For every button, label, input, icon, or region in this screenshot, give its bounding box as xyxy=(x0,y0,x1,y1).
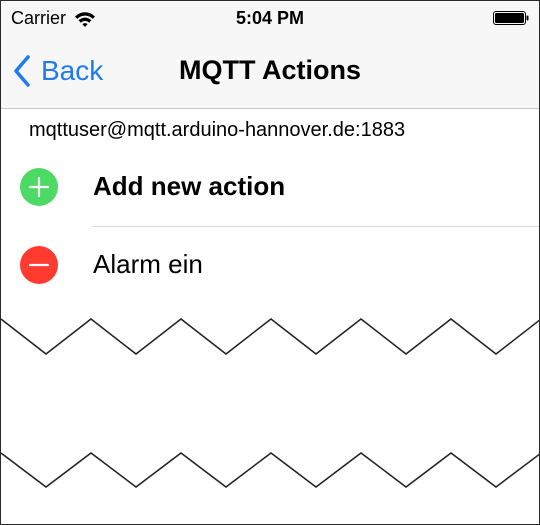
torn-edge-top xyxy=(1,301,539,355)
navigation-bar: Back MQTT Actions xyxy=(1,37,539,109)
page-title: MQTT Actions xyxy=(179,55,361,85)
screenshot-frame: Carrier 5:04 PM Back MQTT Actions mqttus… xyxy=(0,0,540,525)
server-address: mqttuser@mqtt.arduino-hannover.de:1883 xyxy=(29,119,406,141)
add-circle-icon[interactable] xyxy=(20,168,58,206)
add-action-label: Add new action xyxy=(93,171,286,201)
delete-circle-icon[interactable] xyxy=(20,246,58,284)
torn-edge-bottom xyxy=(1,452,539,488)
add-action-row[interactable]: Add new action xyxy=(1,149,539,225)
status-time: 5:04 PM xyxy=(235,8,305,28)
status-bar: Carrier 5:04 PM xyxy=(1,1,539,37)
action-label-alarm-ein: Alarm ein xyxy=(93,249,203,279)
action-row-alarm-ein[interactable]: Alarm ein xyxy=(1,227,539,303)
battery-icon xyxy=(493,11,529,25)
